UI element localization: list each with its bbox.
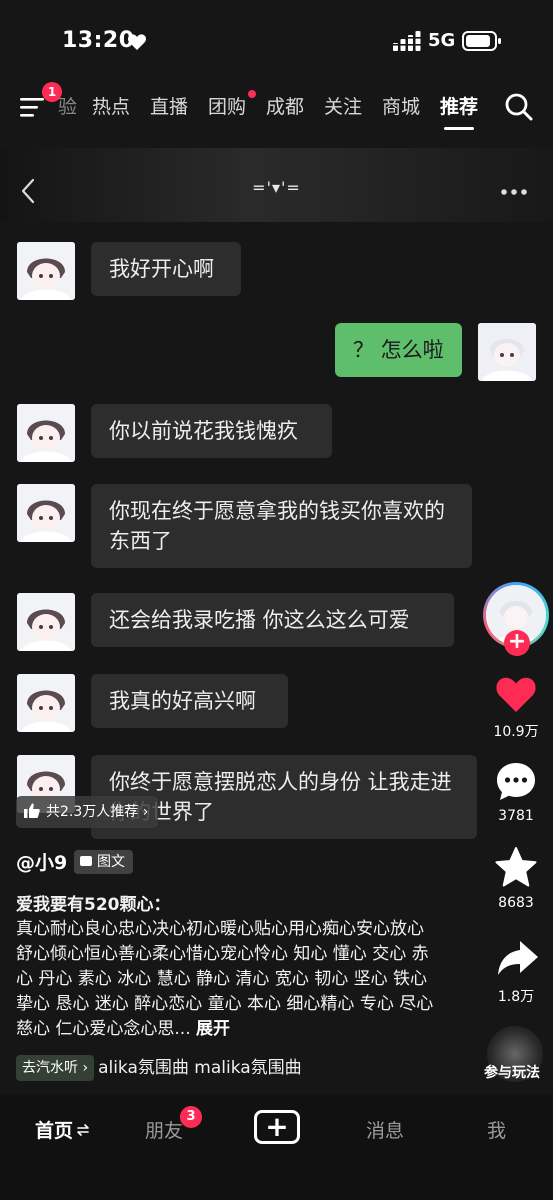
active-tab-underline xyxy=(444,127,474,130)
contact-avatar[interactable] xyxy=(17,242,75,300)
plus-icon: + xyxy=(265,1110,289,1143)
like-count: 10.9万 xyxy=(493,724,539,740)
image-post-tag: 图文 xyxy=(74,850,133,874)
menu-icon[interactable] xyxy=(20,96,46,118)
like-icon[interactable] xyxy=(494,672,538,716)
tab-following[interactable]: 关注 xyxy=(324,92,362,119)
join-play-label[interactable]: 参与玩法 xyxy=(484,1062,540,1082)
tab-chengdu[interactable]: 成都 xyxy=(266,92,304,119)
recommend-count-pill[interactable]: 共2.3万人推荐 › xyxy=(16,796,159,828)
tab-group-buy-dot xyxy=(248,90,256,98)
chat-title: ='▾'= xyxy=(252,178,301,197)
message-bubble[interactable]: 我真的好高兴啊 xyxy=(91,674,288,728)
signal-icon xyxy=(393,31,421,51)
comment-icon[interactable] xyxy=(494,760,538,804)
chevron-right-icon: › xyxy=(78,1060,89,1076)
self-avatar[interactable] xyxy=(478,323,536,381)
message-bubble-self[interactable]: ？ 怎么啦 xyxy=(335,323,462,377)
tab-hot[interactable]: 热点 xyxy=(92,92,130,119)
contact-avatar[interactable] xyxy=(17,593,75,651)
image-post-label: 图文 xyxy=(97,854,125,870)
tab-group-buy[interactable]: 团购 xyxy=(208,92,246,119)
message-bubble[interactable]: 你以前说花我钱愧疚 xyxy=(91,404,332,458)
chat-body: 我好开心啊 ？ 怎么啦 你以前说花我钱愧疚 你现在终于愿意拿我的钱买你喜欢的东西… xyxy=(0,222,553,862)
comment-count: 3781 xyxy=(498,808,534,824)
tab-friends[interactable]: 朋友 xyxy=(145,1116,183,1143)
switch-icon xyxy=(77,1124,89,1136)
follow-button[interactable]: + xyxy=(504,630,530,656)
recommend-count-label: 共2.3万人推荐 xyxy=(46,804,139,820)
car-listen-button[interactable]: 去汽水听 › xyxy=(16,1055,95,1081)
create-button[interactable]: + xyxy=(254,1110,300,1144)
tab-home-label: 首页 xyxy=(35,1120,74,1142)
more-icon[interactable] xyxy=(500,188,528,196)
tab-home[interactable]: 首页 xyxy=(35,1116,89,1143)
share-icon[interactable] xyxy=(496,937,540,981)
chat-header: ='▾'= xyxy=(0,148,553,222)
contact-avatar[interactable] xyxy=(17,404,75,462)
tab-partial[interactable]: 验 xyxy=(58,92,77,119)
tab-recommend[interactable]: 推荐 xyxy=(440,92,478,119)
favorite-star-icon[interactable] xyxy=(494,846,538,890)
avatar-illustration xyxy=(17,484,75,542)
message-bubble[interactable]: 你现在终于愿意拿我的钱买你喜欢的东西了 xyxy=(91,484,472,568)
thumbs-up-icon xyxy=(24,803,40,818)
author-name[interactable]: @小9 xyxy=(16,848,67,875)
tab-live[interactable]: 直播 xyxy=(150,92,188,119)
music-row: 去汽水听 › alika氛围曲 malika氛围曲 xyxy=(16,1055,328,1081)
tab-mall[interactable]: 商城 xyxy=(382,92,420,119)
avatar-illustration xyxy=(17,674,75,732)
search-icon[interactable] xyxy=(504,92,534,122)
network-label: 5G xyxy=(428,30,456,51)
contact-avatar[interactable] xyxy=(17,484,75,542)
avatar-illustration xyxy=(17,242,75,300)
avatar-illustration xyxy=(478,323,536,381)
caption-body: 真心耐心良心忠心决心初心暖心贴心用心痴心安心放心舒心倾心恒心善心柔心惜心宠心怜心… xyxy=(16,917,436,1042)
message-bubble[interactable]: 我好开心啊 xyxy=(91,242,241,296)
chevron-right-icon: › xyxy=(138,804,149,820)
music-title[interactable]: alika氛围曲 malika氛围曲 xyxy=(98,1055,328,1081)
expand-link[interactable]: 展开 xyxy=(196,1019,230,1039)
top-nav: 1 验 热点 直播 团购 成都 关注 商城 推荐 xyxy=(0,80,553,148)
image-post-icon xyxy=(80,856,92,866)
tab-me[interactable]: 我 xyxy=(487,1116,506,1143)
contact-avatar[interactable] xyxy=(17,674,75,732)
caption-title: 爱我要有520颗心： xyxy=(16,895,171,915)
car-listen-label: 去汽水听 xyxy=(22,1060,78,1076)
status-time: 13:20 xyxy=(62,28,135,53)
friends-badge: 3 xyxy=(180,1106,202,1128)
share-count: 1.8万 xyxy=(497,989,535,1005)
avatar-illustration xyxy=(17,593,75,651)
tab-messages[interactable]: 消息 xyxy=(366,1116,404,1143)
favorite-count: 8683 xyxy=(498,895,534,911)
message-bubble[interactable]: 还会给我录吃播 你这么这么可爱 xyxy=(91,593,454,647)
battery-icon xyxy=(462,31,501,51)
avatar-illustration xyxy=(17,404,75,462)
status-bar: 13:20 5G xyxy=(0,0,553,80)
heart-status-icon xyxy=(127,34,147,50)
